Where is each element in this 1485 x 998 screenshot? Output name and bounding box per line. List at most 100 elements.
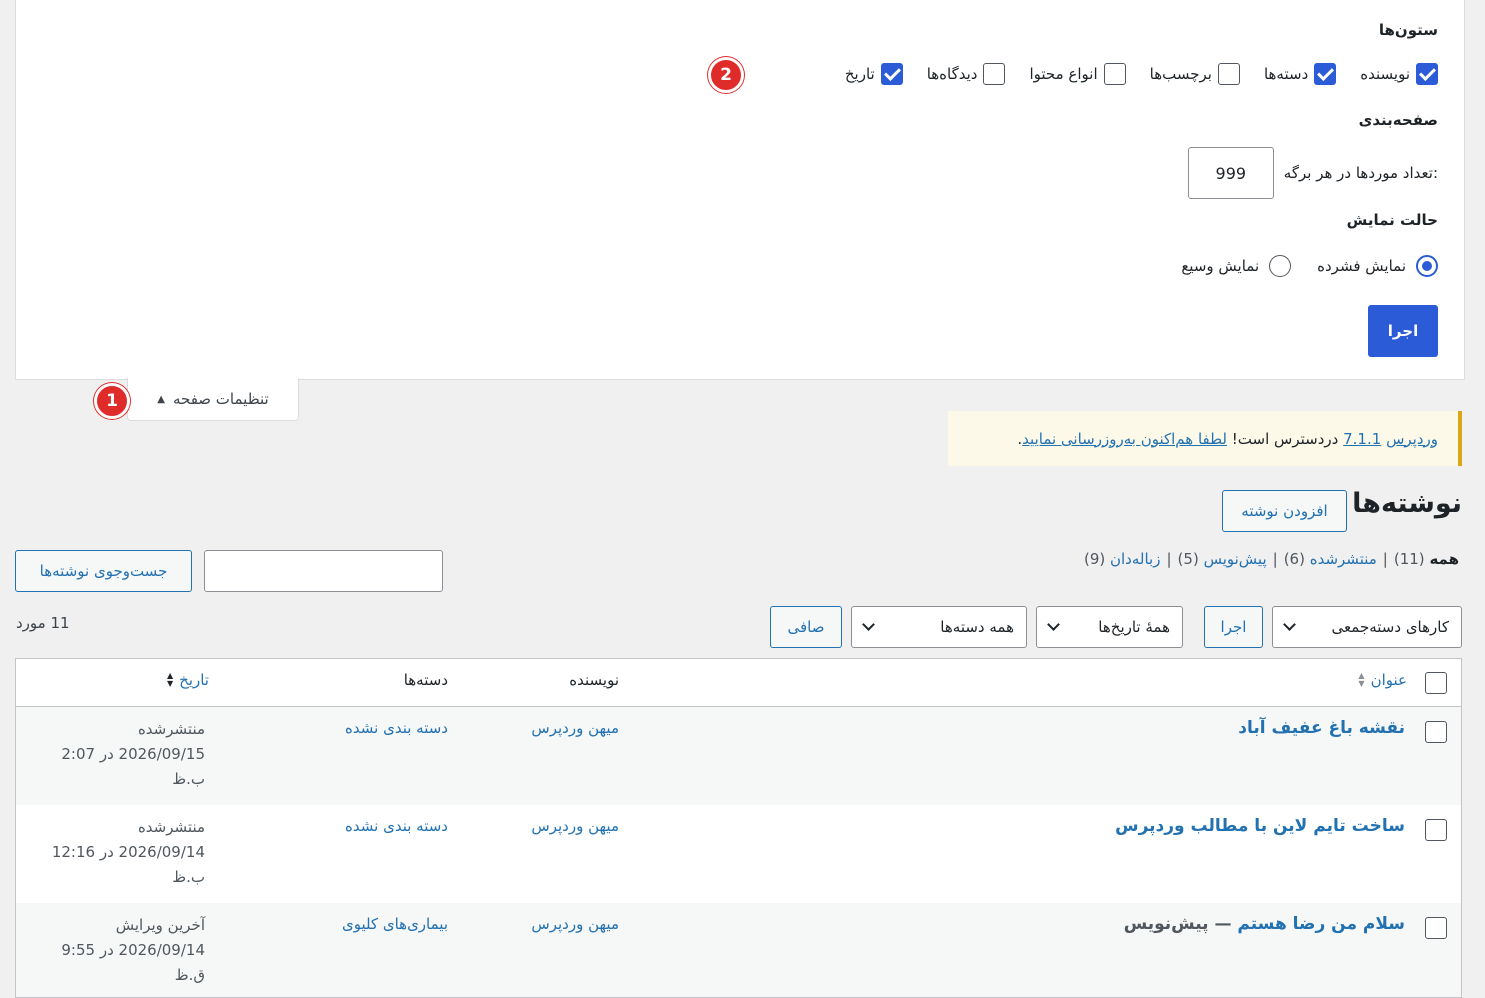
status-count: (9) — [1083, 550, 1106, 568]
items-per-page-label: تعداد موردها در هر برگه: — [1283, 164, 1438, 182]
add-new-post-button[interactable]: افزودن نوشته — [1222, 490, 1347, 532]
category-filter-value: همه دسته‌ها — [940, 618, 1014, 636]
table-row: نقشه باغ عفیف آباد میهن وردپرس دسته بندی… — [16, 707, 1461, 805]
columns-options: نویسنده دسته‌ها برچسب‌ها انواع محتوا دید… — [845, 63, 1438, 85]
post-title-link[interactable]: نقشه باغ عفیف آباد — [1238, 718, 1405, 738]
post-category-link[interactable]: بیماری‌های کلیوی — [342, 915, 448, 933]
select-all-checkbox[interactable] — [1425, 672, 1447, 694]
bulk-actions-value: کارهای دسته‌جمعی — [1331, 618, 1449, 636]
post-title-link[interactable]: سلام من رضا هستم — [1237, 914, 1405, 934]
bulk-actions-select[interactable]: کارهای دسته‌جمعی — [1272, 606, 1462, 648]
status-filter-links: همه (11) | منتشرشده (6) | پیش‌نویس (5) |… — [1084, 550, 1459, 568]
status-trash[interactable]: زباله‌دان (9) — [1084, 550, 1161, 568]
status-draft[interactable]: پیش‌نویس (5) — [1178, 550, 1267, 568]
status-label[interactable]: منتشرشده — [1310, 550, 1377, 568]
status-label[interactable]: پیش‌نویس — [1204, 550, 1267, 568]
screen-options-tab[interactable]: تنظیمات صفحه ▲ — [127, 378, 299, 421]
post-date: منتشرشده 2026/09/14 در 12:16 ب.ظ — [52, 815, 205, 890]
update-now-link[interactable]: لطفا هم‌اکنون به‌روزرسانی نمایید — [1022, 430, 1227, 448]
date-checkbox[interactable] — [880, 63, 903, 85]
items-per-page-input[interactable]: 999 — [1187, 147, 1274, 199]
comments-checkbox[interactable] — [983, 63, 1006, 85]
author-checkbox[interactable] — [1416, 63, 1438, 85]
date-period: ب.ظ — [172, 770, 205, 788]
update-notice: وردپرس 7.1.1 دردسترس است! لطفا هم‌اکنون … — [948, 411, 1462, 466]
sort-icon: ▲ ▼ — [1358, 671, 1365, 688]
annotation-badge-2: 2 — [708, 57, 744, 93]
posts-table: عنوان ▲ ▼ نویسنده دسته‌ها تاریخ ▲ ▼ نقشه ب… — [15, 658, 1462, 998]
column-option-date[interactable]: تاریخ — [845, 63, 903, 85]
filter-button[interactable]: صافی — [770, 606, 842, 648]
view-mode-extended[interactable]: نمایش وسیع — [1181, 255, 1292, 277]
row-checkbox[interactable] — [1425, 819, 1447, 841]
wordpress-link[interactable]: وردپرس — [1386, 430, 1438, 448]
column-option-content-types[interactable]: انواع محتوا — [1029, 63, 1126, 85]
column-header-categories: دسته‌ها — [403, 671, 448, 689]
status-count: (6) — [1283, 550, 1305, 568]
date-filter-select[interactable]: همهٔ تاریخ‌ها — [1036, 606, 1183, 648]
separator: | — [1166, 550, 1172, 568]
column-option-comments[interactable]: دیدگاه‌ها — [927, 63, 1006, 85]
post-category-link[interactable]: دسته بندی نشده — [345, 817, 448, 835]
post-author-link[interactable]: میهن وردپرس — [531, 915, 619, 933]
row-checkbox[interactable] — [1425, 917, 1447, 939]
pagination-title: صفحه‌بندی — [1358, 111, 1438, 129]
separator: | — [1382, 550, 1388, 568]
column-option-label: نویسنده — [1360, 65, 1410, 83]
columns-title: ستون‌ها — [1378, 21, 1438, 39]
column-option-tags[interactable]: برچسب‌ها — [1150, 63, 1240, 85]
status-label[interactable]: زباله‌دان — [1110, 550, 1160, 568]
view-mode-label: نمایش فشرده — [1317, 257, 1406, 275]
date-status: منتشرشده — [137, 720, 205, 738]
extended-radio[interactable] — [1269, 255, 1292, 277]
date-status: منتشرشده — [137, 818, 205, 836]
post-author-link[interactable]: میهن وردپرس — [531, 817, 619, 835]
categories-checkbox[interactable] — [1314, 63, 1337, 85]
row-checkbox[interactable] — [1425, 721, 1447, 743]
search-input[interactable] — [204, 550, 443, 592]
column-option-author[interactable]: نویسنده — [1360, 63, 1438, 85]
post-category-link[interactable]: دسته بندی نشده — [345, 719, 448, 737]
compact-radio[interactable] — [1416, 255, 1438, 277]
column-header-date[interactable]: تاریخ ▲ ▼ — [167, 671, 209, 689]
column-option-categories[interactable]: دسته‌ها — [1264, 63, 1337, 85]
apply-screen-options-button[interactable]: اجرا — [1368, 305, 1438, 357]
status-label: همه — [1429, 550, 1459, 568]
tags-checkbox[interactable] — [1217, 63, 1240, 85]
view-mode-compact[interactable]: نمایش فشرده — [1317, 255, 1438, 277]
view-mode-title: حالت نمایش — [1346, 211, 1438, 229]
post-date: آخرین ویرایش 2026/09/14 در 9:55 ق.ظ — [61, 913, 205, 988]
notice-text: دردسترس است! — [1231, 429, 1339, 448]
screen-options-panel: ستون‌ها نویسنده دسته‌ها برچسب‌ها انواع م… — [15, 0, 1465, 380]
status-published[interactable]: منتشرشده (6) — [1284, 550, 1377, 568]
search-posts-button[interactable]: جست‌وجوی نوشته‌ها — [15, 550, 192, 592]
notice-suffix: . — [1017, 429, 1023, 448]
version-link[interactable]: 7.1.1 — [1343, 430, 1381, 448]
column-header-title[interactable]: عنوان ▲ ▼ — [1358, 671, 1407, 689]
bulk-apply-button[interactable]: اجرا — [1204, 606, 1263, 648]
chevron-down-icon — [862, 618, 875, 631]
status-count: (11) — [1393, 550, 1425, 568]
column-header-label[interactable]: تاریخ — [179, 671, 209, 689]
chevron-down-icon — [1047, 618, 1060, 631]
date-period: ق.ظ — [174, 966, 205, 984]
date-status: آخرین ویرایش — [115, 916, 205, 934]
status-all[interactable]: همه (11) — [1394, 550, 1459, 568]
date-value: 2026/09/14 در 12:16 — [51, 843, 205, 861]
date-period: ب.ظ — [172, 868, 205, 886]
post-title: نقشه باغ عفیف آباد — [1238, 718, 1405, 738]
view-mode-label: نمایش وسیع — [1181, 257, 1260, 275]
post-date: منتشرشده 2026/09/15 در 2:07 ب.ظ — [61, 717, 205, 792]
post-title-link[interactable]: ساخت تایم لاین با مطالب وردپرس — [1115, 816, 1405, 836]
items-count: 11 مورد — [16, 614, 70, 632]
post-author-link[interactable]: میهن وردپرس — [531, 719, 619, 737]
sort-icon: ▲ ▼ — [166, 671, 174, 688]
chevron-down-icon — [1283, 618, 1296, 631]
table-row: ساخت تایم لاین با مطالب وردپرس میهن وردپ… — [16, 805, 1461, 903]
content-types-checkbox[interactable] — [1103, 63, 1126, 85]
category-filter-select[interactable]: همه دسته‌ها — [851, 606, 1027, 648]
column-option-label: دیدگاه‌ها — [926, 65, 978, 83]
date-filter-value: همهٔ تاریخ‌ها — [1098, 618, 1170, 636]
date-value: 2026/09/15 در 2:07 — [61, 745, 205, 763]
column-header-label[interactable]: عنوان — [1371, 671, 1407, 689]
